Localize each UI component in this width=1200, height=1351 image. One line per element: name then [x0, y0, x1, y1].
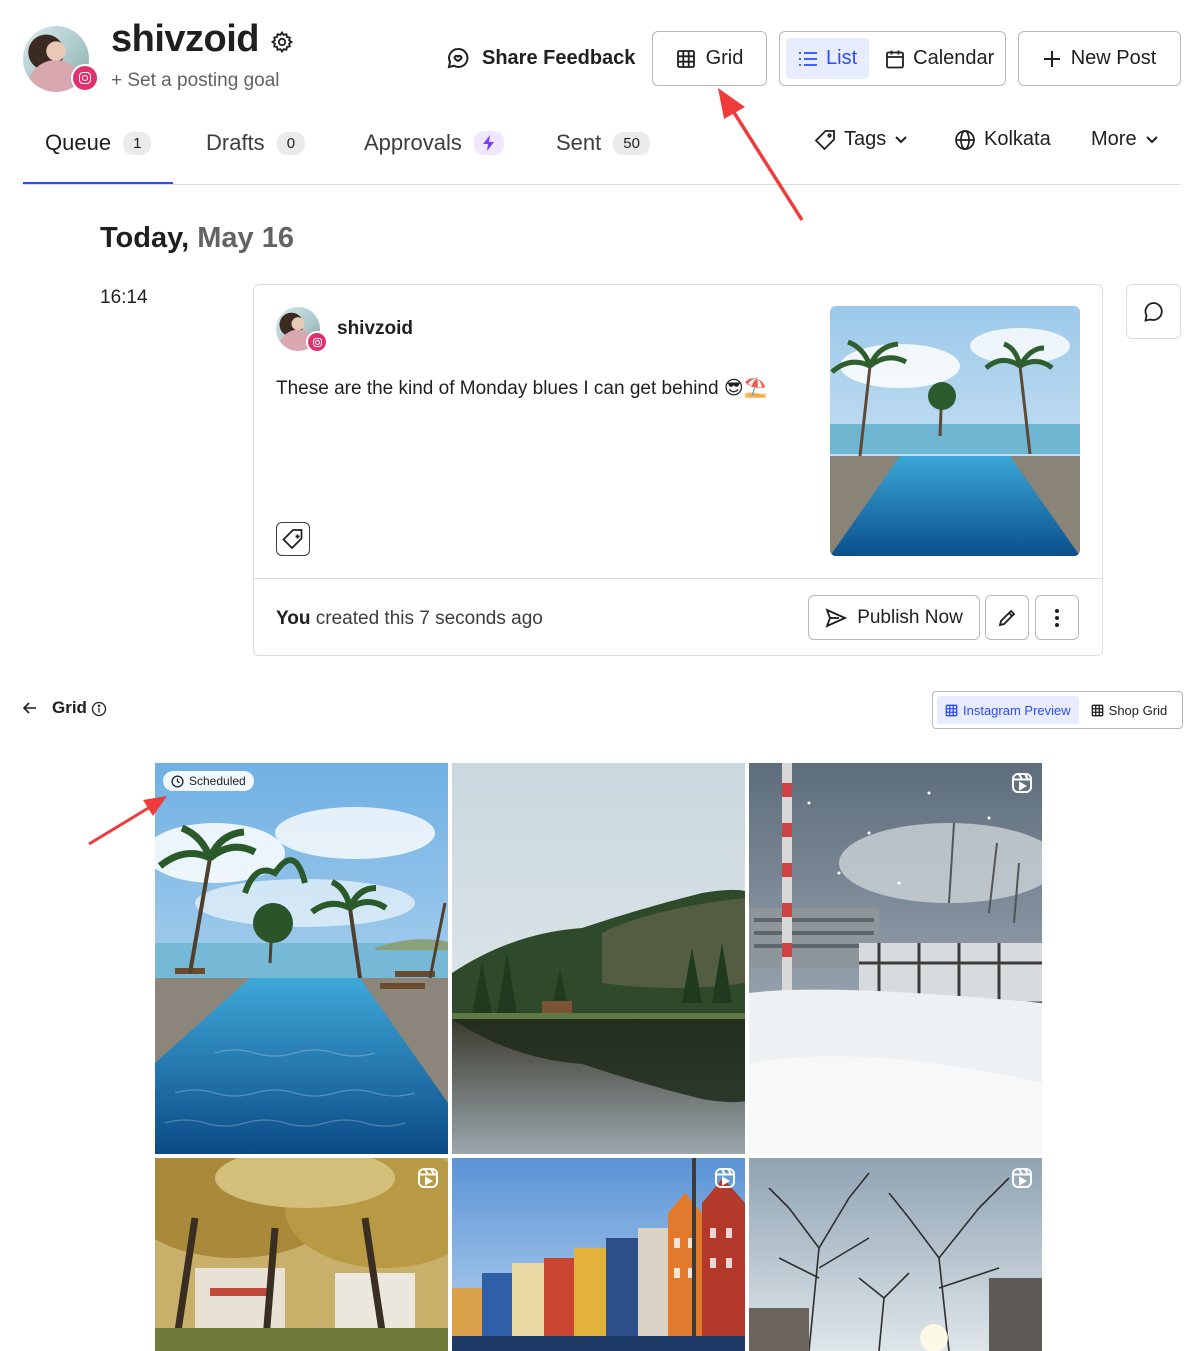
grid-tile[interactable]	[749, 1158, 1042, 1351]
tag-plus-icon	[282, 529, 303, 550]
comment-icon	[1143, 301, 1163, 322]
post-avatar	[276, 307, 328, 353]
comments-button[interactable]	[1126, 284, 1181, 339]
tabs-divider	[23, 184, 1181, 185]
tag-icon	[814, 129, 835, 150]
edit-post-button[interactable]	[985, 595, 1029, 640]
grid-view-label: Grid	[705, 47, 744, 69]
tab-drafts[interactable]: Drafts 0	[206, 130, 306, 156]
date-label: May 16	[197, 222, 294, 254]
reel-icon	[1012, 773, 1032, 793]
grid-tile[interactable]	[749, 763, 1042, 1154]
tab-approvals[interactable]: Approvals	[364, 130, 504, 156]
day-heading: Today, May 16	[100, 222, 294, 255]
grid-tile[interactable]	[452, 763, 745, 1154]
post-card: shivzoid These are the kind of Monday bl…	[253, 284, 1103, 656]
reel-icon	[1012, 1168, 1032, 1188]
bare-trees-image	[749, 1158, 1042, 1351]
clock-icon	[171, 774, 184, 788]
tab-queue-count: 1	[123, 131, 152, 155]
info-icon[interactable]	[91, 701, 107, 717]
list-icon	[799, 51, 817, 66]
forest-lake-image	[452, 763, 745, 1154]
lightning-icon	[473, 131, 504, 155]
timezone-label: Kolkata	[984, 128, 1051, 150]
profile-name: shivzoid	[111, 18, 260, 60]
chevron-down-icon	[1145, 135, 1158, 143]
back-arrow-icon[interactable]	[22, 700, 38, 716]
timezone-selector[interactable]: Kolkata	[954, 128, 1051, 151]
set-posting-goal-link[interactable]: + Set a posting goal	[111, 70, 280, 92]
grid-icon	[676, 49, 695, 68]
tab-drafts-count: 0	[276, 131, 306, 155]
instagram-preview-label: Instagram Preview	[963, 702, 1071, 718]
pool-palms-image	[155, 763, 448, 1154]
card-divider	[254, 578, 1102, 579]
created-info: You created this 7 seconds ago	[276, 608, 543, 630]
share-feedback-label: Share Feedback	[482, 46, 636, 69]
more-menu[interactable]: More	[1091, 128, 1159, 151]
shop-grid-button[interactable]: Shop Grid	[1083, 696, 1176, 724]
day-label: Today,	[100, 222, 190, 254]
plus-icon	[1043, 50, 1060, 67]
tab-sent[interactable]: Sent 50	[556, 130, 650, 156]
view-switcher: List Calendar	[779, 31, 1006, 86]
more-label: More	[1091, 128, 1137, 150]
grid-tile[interactable]	[155, 1158, 448, 1351]
scheduled-label: Scheduled	[189, 774, 246, 788]
more-options-button[interactable]	[1035, 595, 1079, 640]
annotation-arrow-grid	[718, 88, 804, 221]
snow-harbor-image	[749, 763, 1042, 1154]
instagram-icon	[71, 64, 99, 92]
instagram-preview-button[interactable]: Instagram Preview	[937, 696, 1079, 724]
list-view-button[interactable]: List	[786, 38, 870, 79]
list-view-label: List	[826, 47, 858, 69]
tags-filter-label: Tags	[844, 128, 887, 150]
shop-grid-label: Shop Grid	[1108, 702, 1168, 718]
post-time: 16:14	[100, 287, 148, 308]
grid-tile[interactable]	[452, 1158, 745, 1351]
publish-now-button[interactable]: Publish Now	[808, 595, 980, 640]
feedback-icon	[447, 47, 469, 69]
grid-icon	[945, 704, 958, 716]
new-post-label: New Post	[1070, 47, 1157, 69]
created-time: created this 7 seconds ago	[315, 608, 543, 629]
add-tag-button[interactable]	[276, 522, 310, 556]
chevron-down-icon	[895, 135, 907, 143]
post-image[interactable]	[830, 306, 1080, 556]
tab-approvals-label: Approvals	[364, 130, 462, 155]
post-caption: These are the kind of Monday blues I can…	[276, 378, 768, 399]
more-vertical-icon	[1055, 608, 1059, 627]
globe-icon	[955, 129, 975, 150]
grid-tile-scheduled[interactable]: Scheduled	[155, 763, 448, 1154]
tab-queue[interactable]: Queue 1	[45, 130, 152, 156]
calendar-view-label: Calendar	[913, 47, 995, 69]
grid-icon	[1091, 704, 1104, 716]
calendar-icon	[886, 50, 905, 68]
colorful-harbor-image	[452, 1158, 745, 1351]
profile-avatar[interactable]	[23, 26, 99, 92]
share-feedback-button[interactable]: Share Feedback	[446, 46, 635, 70]
new-post-button[interactable]: New Post	[1018, 31, 1181, 86]
autumn-park-image	[155, 1158, 448, 1351]
reel-icon	[418, 1168, 438, 1188]
gear-icon[interactable]	[270, 30, 294, 54]
grid-view-button[interactable]: Grid	[652, 31, 767, 86]
publish-now-label: Publish Now	[857, 606, 963, 628]
scheduled-badge: Scheduled	[163, 771, 254, 791]
post-handle: shivzoid	[337, 318, 414, 339]
created-by: You	[276, 608, 311, 629]
tab-drafts-label: Drafts	[206, 130, 265, 155]
calendar-view-button[interactable]: Calendar	[875, 38, 1006, 79]
instagram-icon	[306, 331, 328, 353]
tags-filter[interactable]: Tags	[814, 128, 908, 151]
grid-section-title: Grid	[52, 698, 87, 717]
grid-preview-toggle: Instagram Preview Shop Grid	[932, 691, 1183, 729]
pencil-icon	[998, 609, 1016, 626]
send-icon	[825, 607, 848, 628]
tab-sent-count: 50	[613, 131, 650, 155]
tab-queue-label: Queue	[45, 130, 112, 155]
tab-sent-label: Sent	[556, 130, 602, 155]
reel-icon	[715, 1168, 735, 1188]
